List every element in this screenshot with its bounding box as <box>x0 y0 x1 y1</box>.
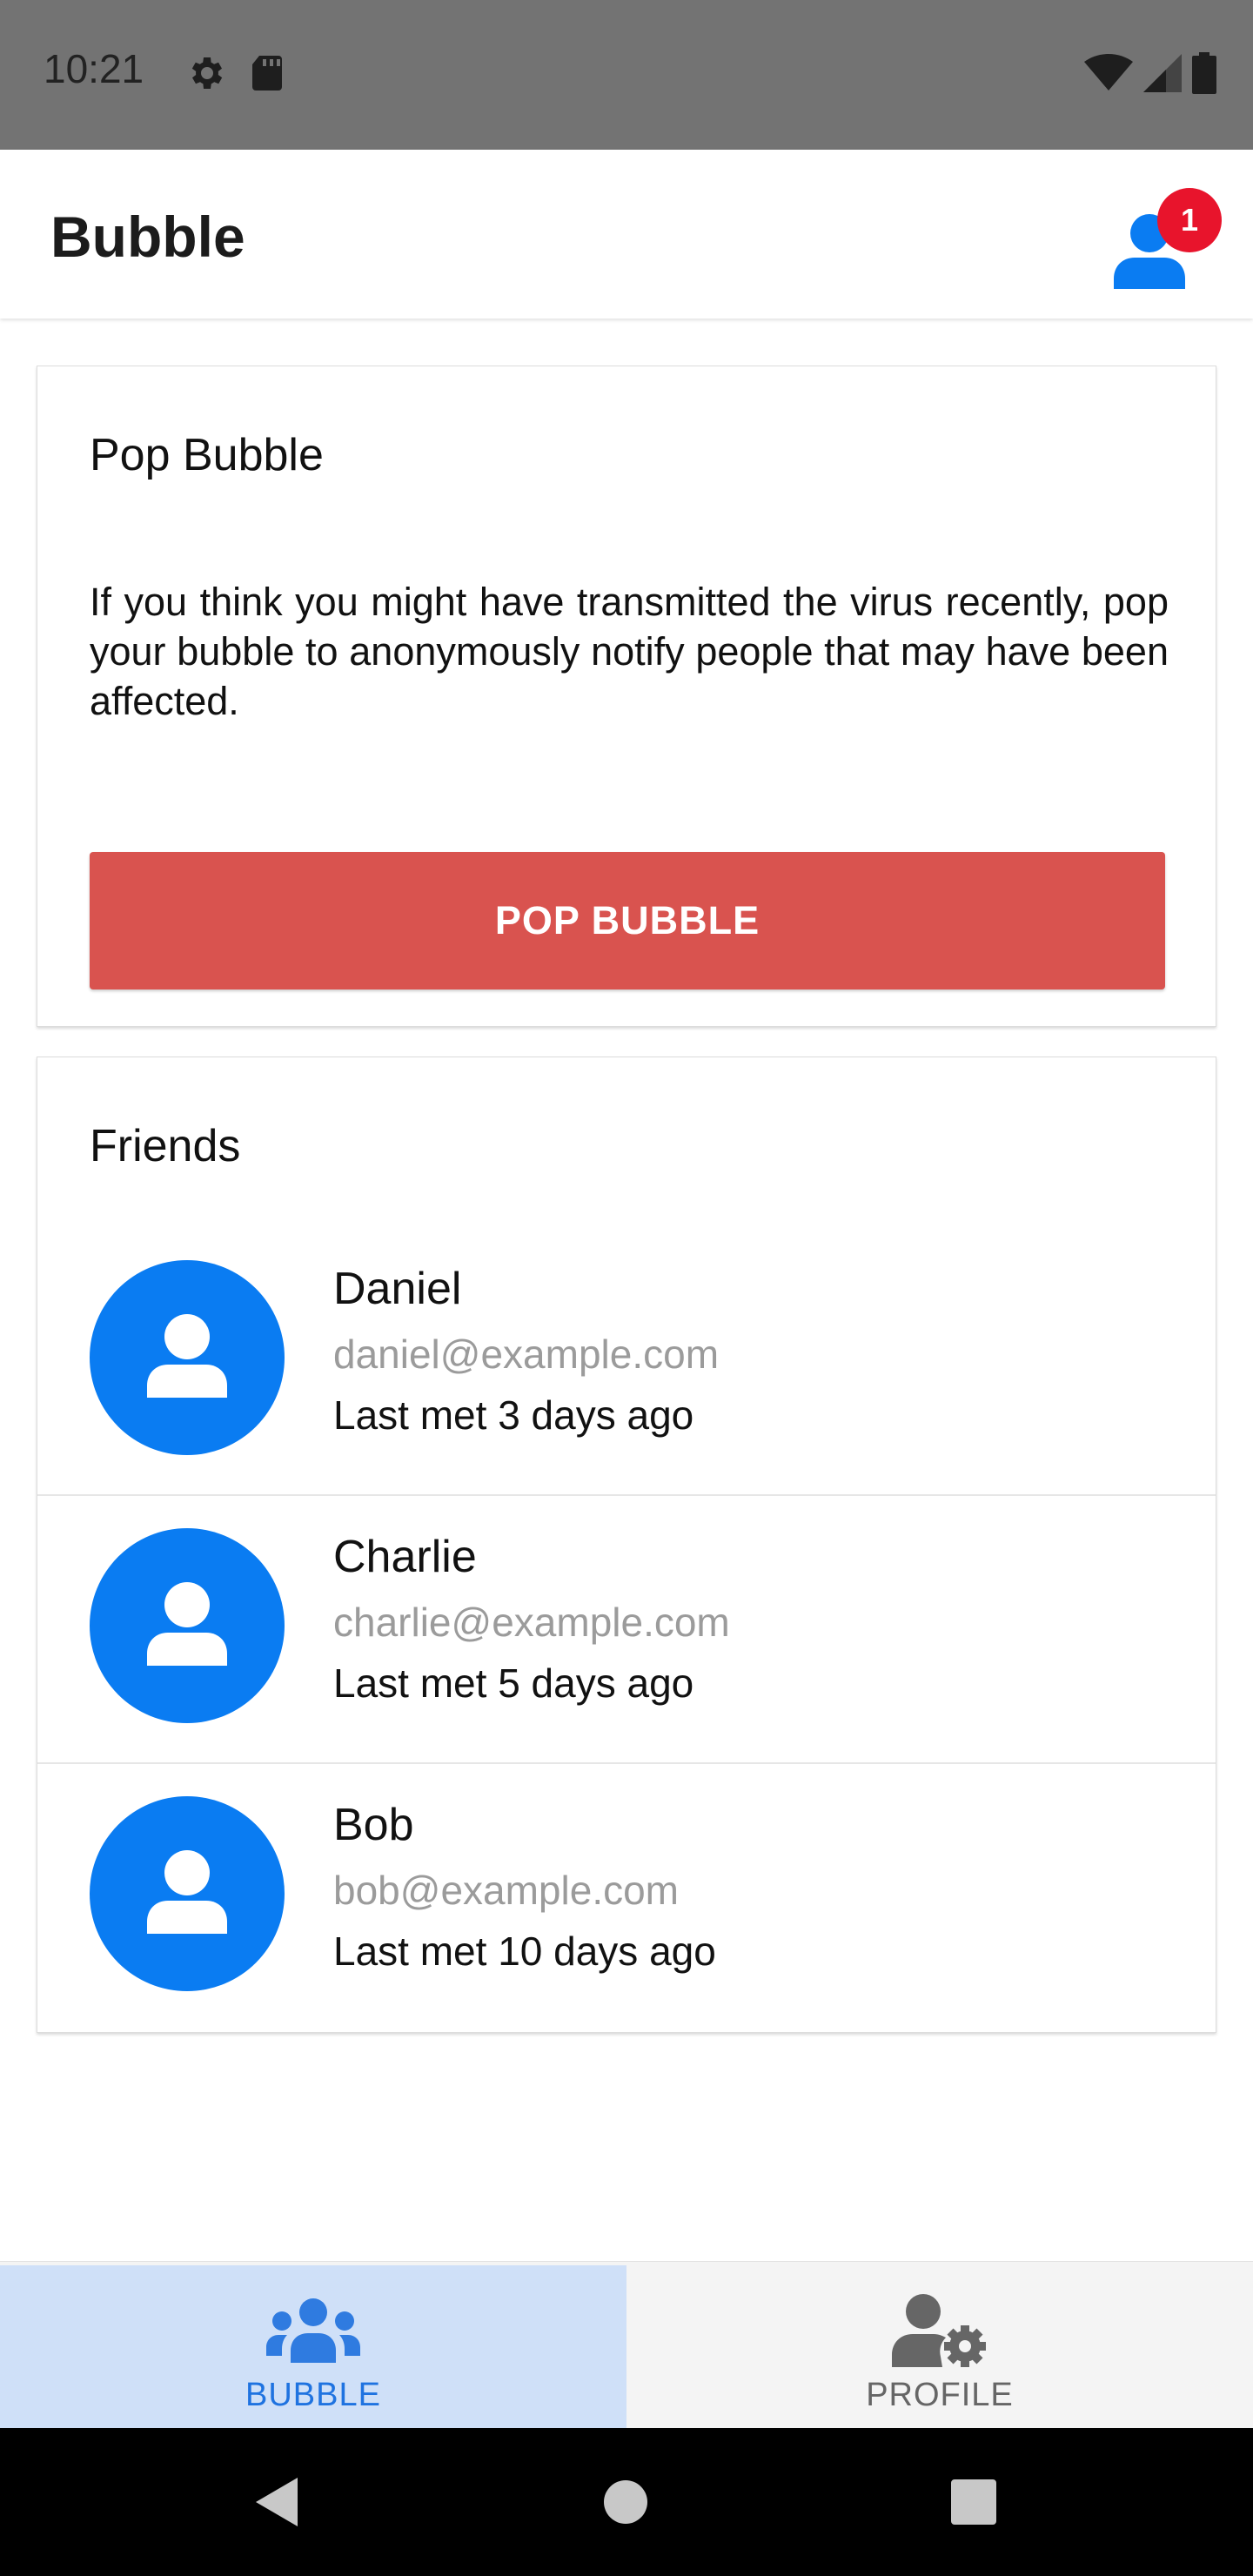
notification-badge: 1 <box>1157 188 1222 252</box>
user-icon <box>147 1313 227 1402</box>
battery-icon <box>1192 52 1216 98</box>
system-nav-bar <box>0 2428 1253 2576</box>
list-item[interactable]: Bob bob@example.com Last met 10 days ago <box>37 1764 1216 2032</box>
friend-name: Bob <box>333 1800 414 1850</box>
page-title: Bubble <box>50 205 245 269</box>
group-icon <box>266 2291 360 2370</box>
back-icon[interactable] <box>252 2476 301 2532</box>
signal-icon <box>1143 54 1182 97</box>
wifi-icon <box>1084 54 1133 97</box>
friend-email: bob@example.com <box>333 1868 679 1913</box>
friend-requests-button[interactable]: 1 <box>1105 188 1227 301</box>
friend-name: Charlie <box>333 1532 477 1582</box>
status-icons-right <box>1084 52 1216 98</box>
card-title: Friends <box>90 1121 241 1171</box>
app-bar: Bubble 1 <box>0 150 1253 319</box>
avatar <box>90 1796 285 1991</box>
friend-last-met: Last met 10 days ago <box>333 1929 716 1974</box>
sd-card-icon <box>247 52 285 98</box>
user-cog-icon <box>892 2291 988 2370</box>
pop-bubble-button[interactable]: POP BUBBLE <box>90 852 1165 989</box>
friend-last-met: Last met 3 days ago <box>333 1392 694 1438</box>
status-time: 10:21 <box>44 46 144 91</box>
recents-icon[interactable] <box>950 2479 997 2530</box>
status-icons-left <box>184 52 285 98</box>
friend-email: daniel@example.com <box>333 1332 720 1377</box>
pop-bubble-description: If you think you might have transmitted … <box>90 580 1169 723</box>
user-icon <box>147 1849 227 1938</box>
tab-label: PROFILE <box>866 2377 1014 2413</box>
avatar <box>90 1260 285 1455</box>
list-item[interactable]: Daniel daniel@example.com Last met 3 day… <box>37 1228 1216 1496</box>
card-title: Pop Bubble <box>90 430 324 480</box>
user-icon <box>147 1581 227 1670</box>
friend-last-met: Last met 5 days ago <box>333 1660 694 1706</box>
friend-email: charlie@example.com <box>333 1600 730 1645</box>
pop-bubble-card: Pop Bubble If you think you might have t… <box>37 366 1216 1027</box>
avatar <box>90 1528 285 1723</box>
friends-card: Friends Daniel daniel@example.com Last m… <box>37 1057 1216 2033</box>
tab-profile[interactable]: PROFILE <box>626 2265 1253 2429</box>
bottom-nav: BUBBLE PROFILE <box>0 2261 1253 2429</box>
friend-name: Daniel <box>333 1264 462 1314</box>
status-bar: 10:21 <box>0 0 1253 150</box>
list-item[interactable]: Charlie charlie@example.com Last met 5 d… <box>37 1496 1216 1764</box>
settings-icon <box>184 52 226 98</box>
tab-bubble[interactable]: BUBBLE <box>0 2265 626 2429</box>
tab-label: BUBBLE <box>245 2377 381 2413</box>
home-icon[interactable] <box>602 2479 649 2530</box>
